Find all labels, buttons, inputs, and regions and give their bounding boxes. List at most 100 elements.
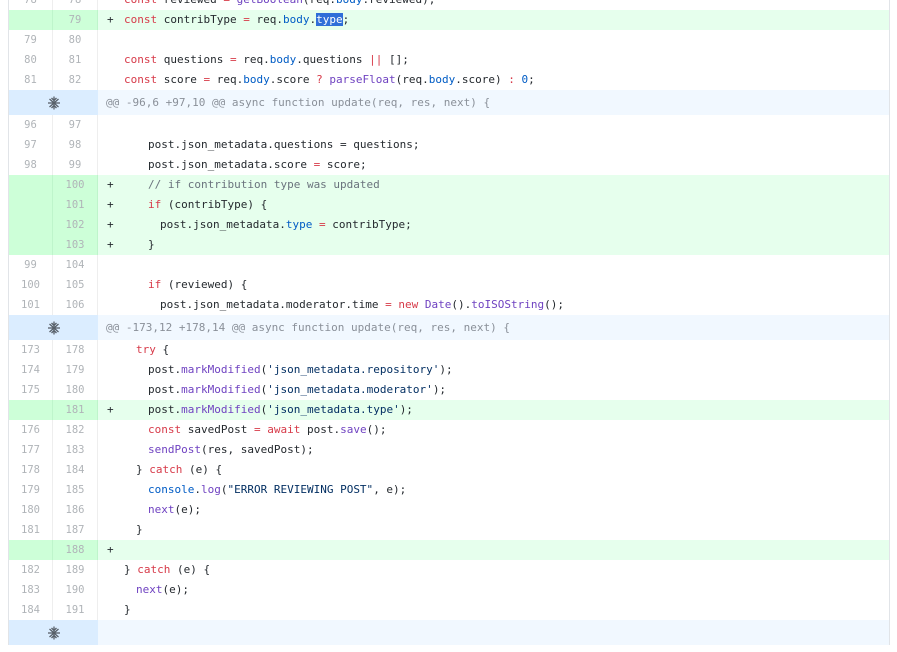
new-line-number[interactable]: 81 (53, 50, 98, 70)
diff-line: 180 186 next(e); (9, 500, 889, 520)
old-line-number[interactable]: 97 (9, 135, 53, 155)
new-line-number[interactable]: 184 (53, 460, 98, 480)
new-line-number[interactable]: 106 (53, 295, 98, 315)
diff-sign: + (107, 218, 114, 231)
line-code: next(e); (98, 500, 889, 520)
diff-line: 176 182 const savedPost = await post.sav… (9, 420, 889, 440)
new-line-number[interactable]: 189 (53, 560, 98, 580)
code-text: const savedPost = await post.save(); (148, 423, 387, 436)
line-code (98, 30, 889, 50)
old-line-number[interactable] (9, 400, 53, 420)
code-text: sendPost(res, savedPost); (148, 443, 314, 456)
line-code: console.log("ERROR REVIEWING POST", e); (98, 480, 889, 500)
expand-button[interactable] (9, 620, 98, 645)
new-line-number[interactable]: 99 (53, 155, 98, 175)
old-line-number[interactable]: 99 (9, 255, 53, 275)
line-code: + post.json_metadata.type = contribType; (98, 215, 889, 235)
line-code: post.markModified('json_metadata.moderat… (98, 380, 889, 400)
old-line-number[interactable]: 98 (9, 155, 53, 175)
diff-sign: + (107, 13, 114, 26)
diff-line: 78 78 const reviewed = getBoolean(req.bo… (9, 0, 889, 10)
new-line-number[interactable]: 101 (53, 195, 98, 215)
old-line-number[interactable] (9, 10, 53, 30)
old-line-number[interactable]: 80 (9, 50, 53, 70)
line-code: try { (98, 340, 889, 360)
old-line-number[interactable]: 180 (9, 500, 53, 520)
old-line-number[interactable]: 100 (9, 275, 53, 295)
old-line-number[interactable]: 179 (9, 480, 53, 500)
old-line-number[interactable]: 182 (9, 560, 53, 580)
old-line-number[interactable]: 176 (9, 420, 53, 440)
new-line-number[interactable]: 190 (53, 580, 98, 600)
code-text: if (contribType) { (148, 198, 268, 211)
old-line-number[interactable]: 183 (9, 580, 53, 600)
old-line-number[interactable]: 79 (9, 30, 53, 50)
new-line-number[interactable]: 82 (53, 70, 98, 90)
diff-line: 177 183 sendPost(res, savedPost); (9, 440, 889, 460)
old-line-number[interactable]: 175 (9, 380, 53, 400)
old-line-number[interactable]: 174 (9, 360, 53, 380)
new-line-number[interactable]: 187 (53, 520, 98, 540)
old-line-number[interactable] (9, 235, 53, 255)
old-line-number[interactable] (9, 540, 53, 560)
diff-line: 96 97 (9, 115, 889, 135)
new-line-number[interactable]: 105 (53, 275, 98, 295)
new-line-number[interactable]: 188 (53, 540, 98, 560)
new-line-number[interactable]: 78 (53, 0, 98, 10)
old-line-number[interactable] (9, 175, 53, 195)
new-line-number[interactable]: 185 (53, 480, 98, 500)
new-line-number[interactable]: 100 (53, 175, 98, 195)
diff-line: 98 99 post.json_metadata.score = score; (9, 155, 889, 175)
old-line-number[interactable]: 96 (9, 115, 53, 135)
old-line-number[interactable] (9, 195, 53, 215)
new-line-number[interactable]: 178 (53, 340, 98, 360)
new-line-number[interactable]: 182 (53, 420, 98, 440)
new-line-number[interactable]: 98 (53, 135, 98, 155)
unfold-icon (47, 626, 60, 639)
code-text: } catch (e) { (136, 463, 223, 476)
unfold-icon (47, 321, 60, 334)
diff-sign: + (107, 238, 114, 251)
new-line-number[interactable]: 104 (53, 255, 98, 275)
old-line-number[interactable] (9, 215, 53, 235)
expand-button[interactable] (9, 90, 98, 115)
old-line-number[interactable]: 178 (9, 460, 53, 480)
old-line-number[interactable]: 173 (9, 340, 53, 360)
new-line-number[interactable]: 79 (53, 10, 98, 30)
line-code: post.json_metadata.questions = questions… (98, 135, 889, 155)
diff-line-added: 188 + (9, 540, 889, 560)
new-line-number[interactable]: 80 (53, 30, 98, 50)
diff-line: 179 185 console.log("ERROR REVIEWING POS… (9, 480, 889, 500)
old-line-number[interactable]: 101 (9, 295, 53, 315)
old-line-number[interactable]: 81 (9, 70, 53, 90)
new-line-number[interactable]: 180 (53, 380, 98, 400)
new-line-number[interactable]: 183 (53, 440, 98, 460)
code-text: post.markModified('json_metadata.moderat… (148, 383, 447, 396)
old-line-number[interactable]: 184 (9, 600, 53, 620)
line-code: + (98, 540, 889, 560)
expand-button[interactable] (9, 315, 98, 340)
old-line-number[interactable]: 177 (9, 440, 53, 460)
new-line-number[interactable]: 181 (53, 400, 98, 420)
new-line-number[interactable]: 102 (53, 215, 98, 235)
new-line-number[interactable]: 103 (53, 235, 98, 255)
diff-line: 183 190 next(e); (9, 580, 889, 600)
new-line-number[interactable]: 191 (53, 600, 98, 620)
line-code: } catch (e) { (98, 460, 889, 480)
diff-line: 175 180 post.markModified('json_metadata… (9, 380, 889, 400)
diff-line: 182 189 } catch (e) { (9, 560, 889, 580)
line-code: + // if contribution type was updated (98, 175, 889, 195)
diff-line: 174 179 post.markModified('json_metadata… (9, 360, 889, 380)
new-line-number[interactable]: 186 (53, 500, 98, 520)
diff-line: 184 191 } (9, 600, 889, 620)
old-line-number[interactable]: 78 (9, 0, 53, 10)
line-code (98, 115, 889, 135)
line-code: next(e); (98, 580, 889, 600)
new-line-number[interactable]: 97 (53, 115, 98, 135)
old-line-number[interactable]: 181 (9, 520, 53, 540)
diff-line-added: 100 + // if contribution type was updated (9, 175, 889, 195)
new-line-number[interactable]: 179 (53, 360, 98, 380)
line-code: if (reviewed) { (98, 275, 889, 295)
code-text: const questions = req.body.questions || … (124, 53, 409, 66)
line-code: } (98, 520, 889, 540)
